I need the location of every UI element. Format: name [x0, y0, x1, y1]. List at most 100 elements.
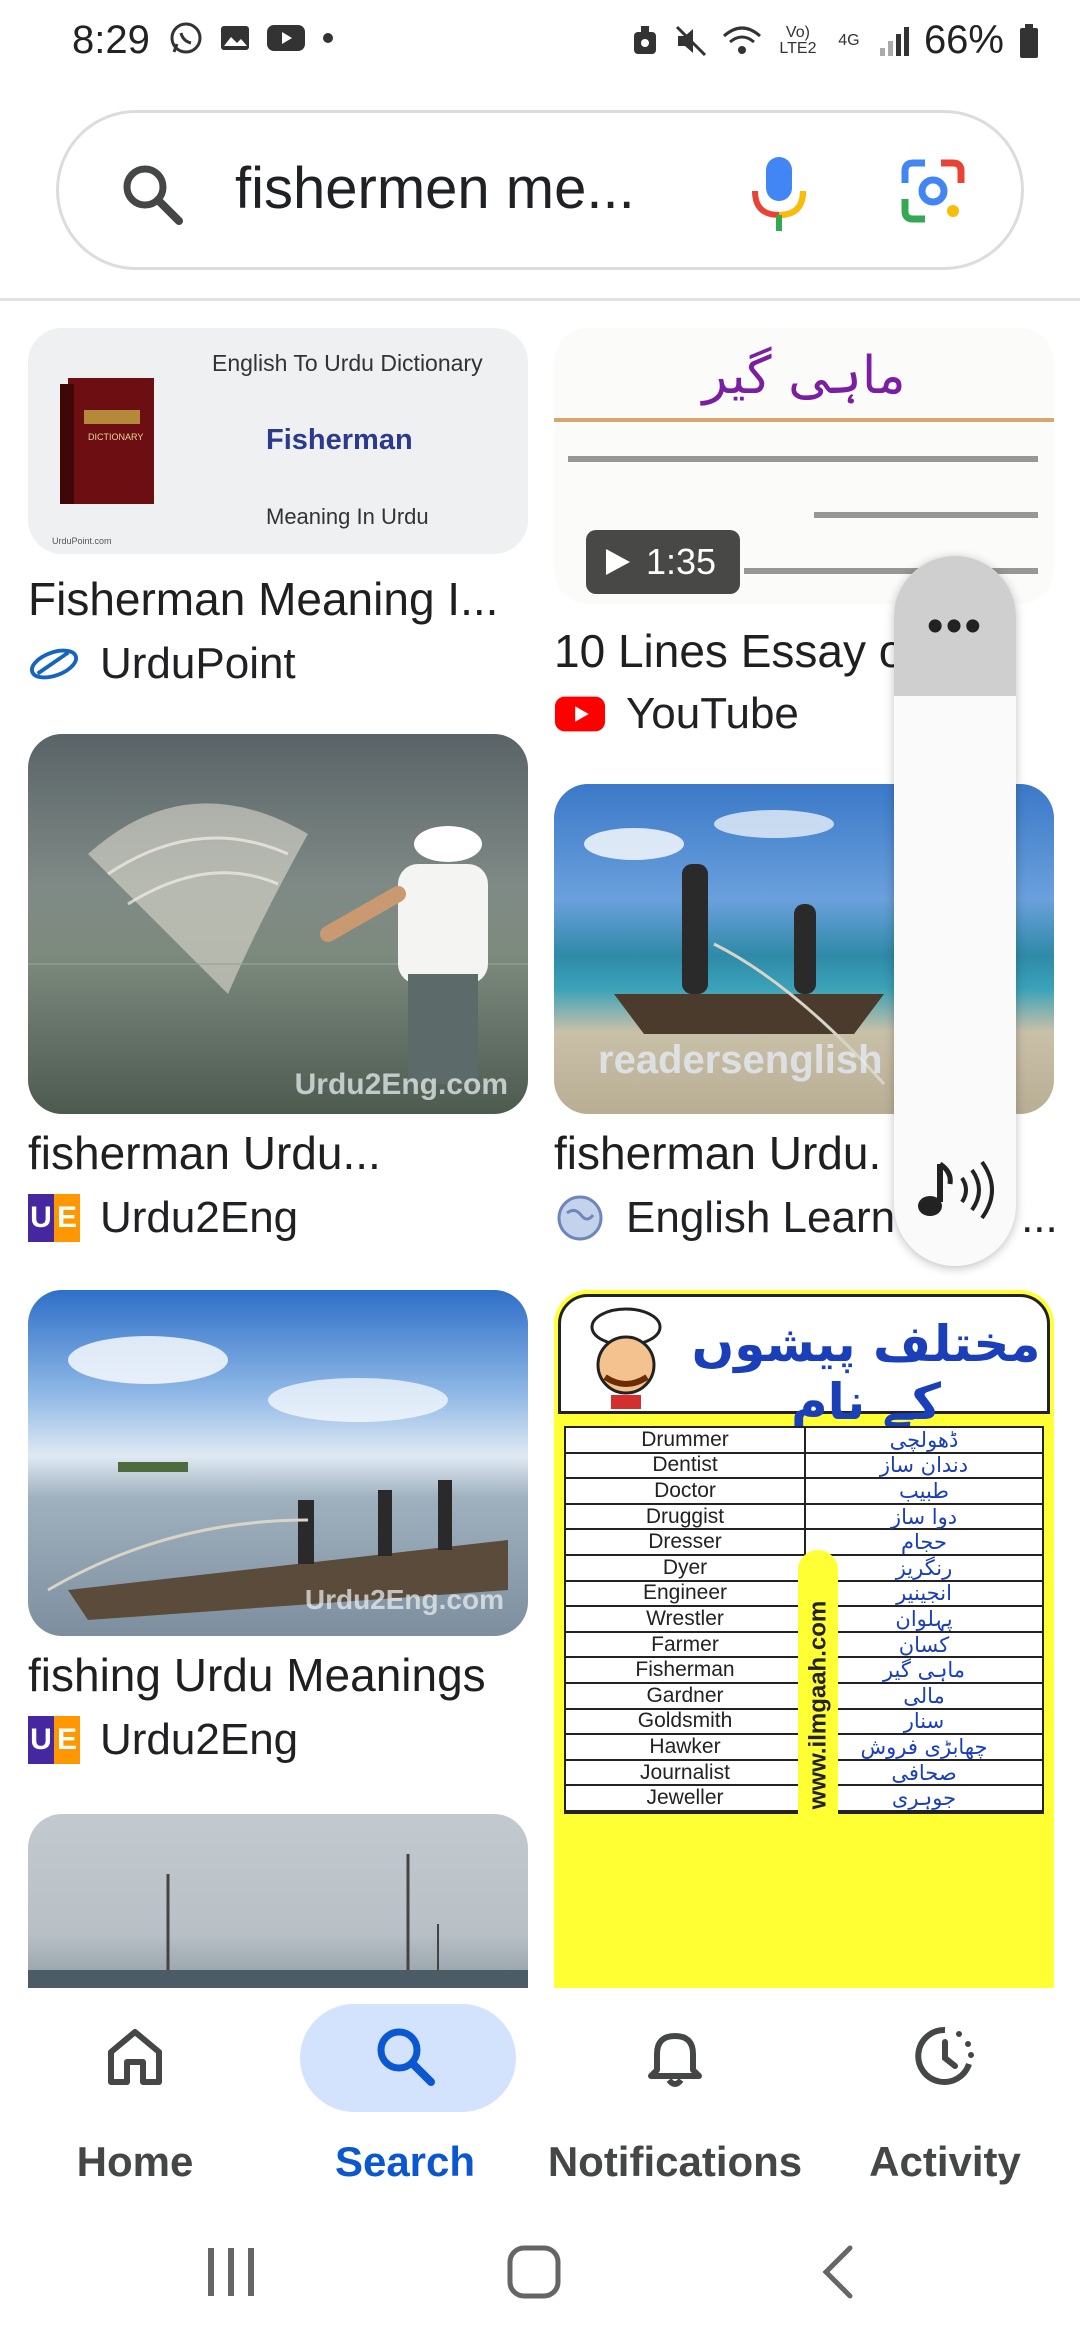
result-title[interactable]: fisherman Urdu... — [28, 1126, 381, 1180]
bell-icon — [648, 2033, 702, 2087]
profession-urdu: ماہی گیر — [882, 1658, 966, 1683]
nav-activity[interactable]: Activity — [810, 1988, 1080, 2210]
status-time: 8:29 — [72, 18, 150, 62]
thumb-watermark: readersenglish — [598, 1038, 883, 1082]
profession-english: Dresser — [566, 1530, 806, 1555]
search-icon[interactable] — [119, 161, 185, 227]
profession-urdu: حجام — [901, 1530, 947, 1555]
result-title[interactable]: 10 Lines Essay o — [554, 624, 904, 678]
floating-side-panel[interactable]: ••• — [894, 556, 1016, 1266]
nav-label: Notifications — [547, 2138, 803, 2185]
profession-urdu: دوا ساز — [890, 1504, 958, 1529]
profession-row: Dentist دندان ساز — [566, 1453, 1042, 1480]
search-query[interactable]: fishermen me... — [235, 155, 635, 222]
thumb-banner: مختلف پیشوں کے نام — [558, 1294, 1050, 1431]
result-source-ellipsis: ... — [1021, 1193, 1058, 1242]
sound-search-icon[interactable] — [912, 1156, 998, 1226]
nav-home[interactable]: Home — [0, 1988, 270, 2210]
profession-english: Hawker — [566, 1734, 806, 1759]
gallery-icon — [221, 26, 249, 50]
profession-english: Fisherman — [566, 1658, 806, 1683]
profession-row: Dresser حجام — [566, 1530, 1042, 1556]
profession-urdu: انجینیر — [896, 1581, 952, 1606]
bottom-navigation: Home Search Notifications Activity — [0, 1988, 1080, 2210]
search-icon — [377, 2028, 435, 2086]
nav-label: Home — [76, 2138, 194, 2185]
urdupoint-logo-icon — [28, 638, 80, 690]
fisherman-net-image — [28, 803, 528, 1084]
thumb-heading: ماہی گیر — [702, 346, 906, 406]
result-thumbnail[interactable]: مختلف پیشوں کے نام Drummer ڈھولچی Dentist د… — [554, 1290, 1054, 2010]
profession-english: Dyer — [566, 1555, 806, 1580]
whatsapp-icon — [170, 22, 202, 54]
result-thumbnail[interactable] — [28, 1814, 528, 2014]
profession-urdu: جوہری — [891, 1786, 957, 1811]
recent-apps-icon[interactable] — [202, 2242, 262, 2302]
status-notification-icons — [168, 20, 336, 56]
result-source-label: Urdu2Eng — [100, 1715, 299, 1764]
lens-icon[interactable] — [899, 157, 967, 225]
nav-notifications[interactable]: Notifications — [540, 1988, 810, 2210]
result-card[interactable]: مختلف پیشوں کے نام Drummer ڈھولچی Dentist د… — [554, 1290, 1054, 2010]
profession-urdu: طبیب — [898, 1478, 949, 1503]
nav-label: Search — [334, 2138, 476, 2185]
profession-urdu: کسان — [898, 1632, 950, 1657]
nav-search[interactable]: Search — [270, 1988, 540, 2210]
youtube-status-icon — [267, 25, 305, 51]
result-source[interactable]: UE Urdu2Eng — [28, 1714, 298, 1766]
battery-icon — [1020, 23, 1038, 58]
profession-urdu: دندان ساز — [879, 1453, 969, 1478]
mic-icon[interactable] — [749, 153, 809, 237]
result-title[interactable]: Fisherman Meaning I... — [28, 572, 498, 626]
thumb-text-line — [568, 456, 1038, 462]
profession-row: Drummer ڈھولچی — [566, 1427, 1042, 1454]
signal-icon — [879, 26, 909, 56]
profession-urdu: مالی — [903, 1683, 945, 1708]
profession-english: Farmer — [566, 1632, 806, 1657]
profession-english: Gardner — [566, 1683, 806, 1708]
boats-image — [28, 1854, 528, 1988]
result-card[interactable] — [28, 1814, 528, 2014]
profession-english: Dentist — [566, 1453, 806, 1478]
home-button-icon[interactable] — [504, 2242, 564, 2302]
mute-icon — [675, 25, 706, 56]
profession-urdu: پہلوان — [895, 1606, 953, 1631]
result-title[interactable]: fishing Urdu Meanings — [28, 1648, 486, 1702]
wifi-icon — [722, 26, 761, 54]
video-duration: 1:35 — [646, 541, 717, 582]
video-duration-badge: 1:35 — [586, 530, 740, 594]
activity-icon — [915, 2026, 974, 2085]
result-source[interactable]: UE Urdu2Eng — [28, 1192, 298, 1244]
more-options-button[interactable]: ••• — [894, 556, 1016, 696]
result-card[interactable]: DICTIONARY English To Urdu Dictionary Fi… — [28, 328, 528, 708]
result-thumbnail[interactable]: Urdu2Eng.com — [28, 1290, 528, 1636]
result-source-label: UrduPoint — [100, 639, 296, 688]
urdu2eng-logo-icon: UE — [28, 1192, 80, 1244]
result-source-label: YouTube — [626, 689, 799, 738]
profession-english: Jeweller — [566, 1786, 806, 1811]
thumb-word: Fisherman — [266, 424, 413, 456]
profession-urdu: ڈھولچی — [889, 1427, 959, 1452]
result-card[interactable]: Urdu2Eng.com fishing Urdu Meanings UE Ur… — [28, 1290, 528, 1770]
result-card[interactable]: Urdu2Eng.com fisherman Urdu... UE Urdu2E… — [28, 734, 528, 1254]
youtube-logo-icon — [554, 688, 606, 740]
result-source[interactable]: YouTube — [554, 688, 799, 740]
profession-urdu: سنار — [903, 1709, 945, 1734]
result-title[interactable]: fisherman Urdu. — [554, 1126, 881, 1180]
profession-english: Journalist — [566, 1760, 806, 1785]
urdu2eng-logo-icon: UE — [28, 1714, 80, 1766]
back-icon[interactable] — [810, 2242, 870, 2302]
search-bar[interactable]: fishermen me... — [56, 110, 1024, 270]
result-source-label: English Learn — [626, 1193, 896, 1242]
profession-urdu: صحافی — [891, 1760, 957, 1785]
thumb-heading: مختلف پیشوں کے نام — [691, 1315, 1041, 1431]
result-source[interactable]: UrduPoint — [28, 638, 296, 690]
battery-percent: 66% — [923, 18, 1004, 62]
thumb-divider — [554, 418, 1054, 422]
status-bar: 8:29 Vo) LTE2 4G 66% — [0, 0, 1080, 84]
home-icon — [108, 2029, 162, 2085]
play-icon — [606, 549, 630, 575]
result-thumbnail[interactable]: Urdu2Eng.com — [28, 734, 528, 1114]
result-thumbnail[interactable]: DICTIONARY English To Urdu Dictionary Fi… — [28, 328, 528, 554]
volte-label: Vo) LTE2 — [779, 23, 817, 57]
